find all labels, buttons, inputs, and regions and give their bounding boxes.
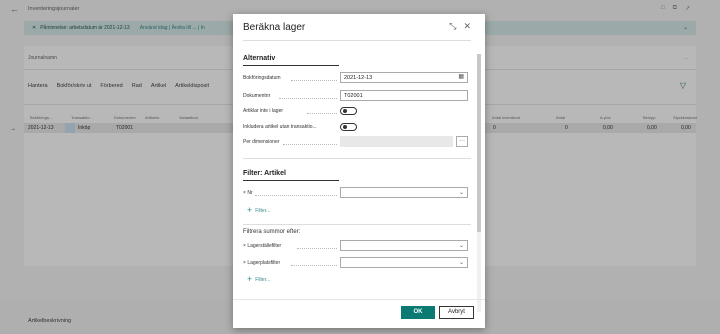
calculate-inventory-dialog: Beräkna lager ⤡ ✕ Alternativ Bokföringsd… <box>233 14 485 328</box>
by-dimensions-lookup-button[interactable]: ··· <box>456 136 468 147</box>
add-filter-label: Filter... <box>255 276 271 283</box>
plus-icon: + <box>247 274 253 284</box>
posting-date-input[interactable]: 2021-12-13 ▦ <box>340 72 468 83</box>
posting-date-label: Bokföringsdatum <box>243 75 281 81</box>
location-filter-label-text: Lagerställefilter <box>247 243 282 249</box>
items-not-on-inventory-toggle[interactable] <box>340 107 357 115</box>
add-filter-label: Filter... <box>255 207 271 214</box>
include-items-toggle[interactable] <box>340 123 357 131</box>
document-no-label: Dokumentnr <box>243 93 271 99</box>
posting-date-value: 2021-12-13 <box>344 75 373 81</box>
by-dimensions-label: Per dimensioner <box>243 139 280 145</box>
add-filter-link[interactable]: + Filter... <box>247 206 270 215</box>
filter-nr-label[interactable]: × Nr <box>243 190 253 196</box>
dialog-title: Beräkna lager <box>243 22 306 33</box>
footer-divider <box>233 299 485 300</box>
items-not-on-inventory-label: Artiklar inte i lager <box>243 108 284 114</box>
location-filter-label[interactable]: × Lagerställefilter <box>243 243 281 249</box>
chevron-down-icon: ⌄ <box>458 260 464 266</box>
section-underline <box>243 65 339 66</box>
bin-filter-label-text: Lagerplatsfilter <box>247 260 281 266</box>
include-items-label: Inkludera artikel utan transaktio... <box>243 124 317 130</box>
section-alternativ[interactable]: Alternativ <box>243 55 275 62</box>
chevron-down-icon: ⌄ <box>458 190 464 196</box>
dialog-icons: ⤡ ✕ <box>449 21 471 32</box>
bin-filter-select[interactable]: ⌄ <box>340 257 468 268</box>
close-icon[interactable]: ✕ <box>463 21 471 32</box>
bin-filter-label[interactable]: × Lagerplatsfilter <box>243 260 280 266</box>
divider <box>243 224 471 225</box>
expand-icon[interactable]: ⤡ <box>449 21 456 32</box>
cancel-button[interactable]: Avbryt <box>439 306 474 319</box>
section-underline <box>243 180 339 181</box>
scrollbar-thumb[interactable] <box>477 54 481 232</box>
filter-nr-label-text: Nr <box>247 190 253 196</box>
by-dimensions-input <box>340 136 453 147</box>
divider <box>243 40 471 41</box>
location-filter-select[interactable]: ⌄ <box>340 240 468 251</box>
calendar-icon[interactable]: ▦ <box>458 74 464 80</box>
document-no-input[interactable]: T02001 <box>340 90 468 101</box>
ok-button[interactable]: OK <box>401 306 435 319</box>
plus-icon: + <box>247 205 253 215</box>
filter-totals-heading: Filtrera summor efter: <box>243 229 301 235</box>
divider <box>243 158 471 159</box>
filter-nr-select[interactable]: ⌄ <box>340 187 468 198</box>
section-filter-artikel[interactable]: Filter: Artikel <box>243 170 286 177</box>
add-filter-link[interactable]: + Filter... <box>247 275 270 284</box>
chevron-down-icon: ⌄ <box>458 243 464 249</box>
document-no-value: T02001 <box>344 93 363 99</box>
